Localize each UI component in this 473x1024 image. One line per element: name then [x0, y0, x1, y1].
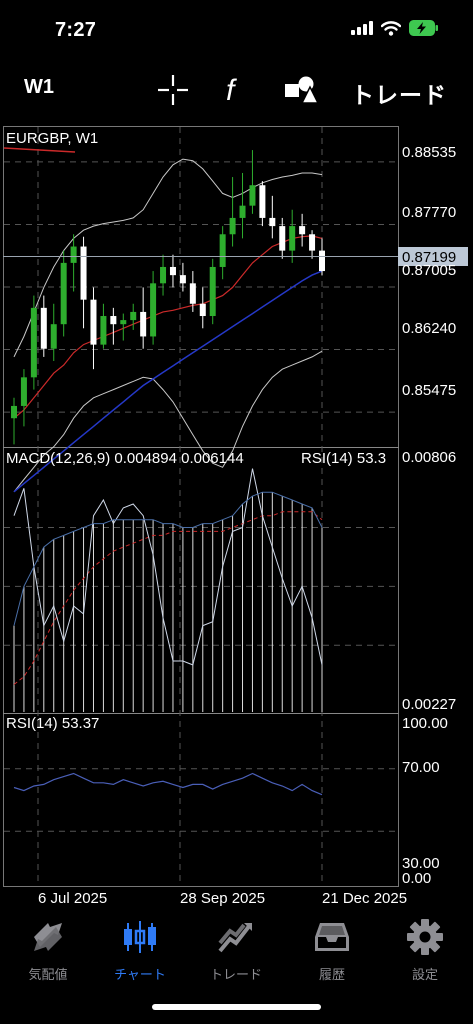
candle-body [269, 217, 276, 227]
tab-trade[interactable]: トレード [196, 916, 276, 986]
macd-indicator [4, 468, 398, 712]
candle-body [11, 405, 17, 419]
cellular-signal-icon [351, 21, 373, 35]
trade-icon [218, 923, 252, 953]
tab-history[interactable]: 履歴 [292, 916, 372, 986]
candle-body [229, 217, 236, 235]
candle-body [249, 185, 256, 206]
shapes-icon [285, 76, 318, 104]
battery-charging-icon [409, 20, 438, 36]
candle-body [169, 266, 176, 276]
date-label: 21 Dec 2025 [322, 890, 407, 907]
candle-body [140, 311, 147, 337]
macd-top-label: 0.00806 [402, 449, 456, 466]
candle-body [289, 226, 296, 251]
rsi-tick-label: 70.00 [402, 759, 440, 776]
tab-label: トレード [209, 967, 262, 982]
macd-bottom-label: 0.00227 [402, 696, 456, 713]
quotes-icon [34, 923, 62, 951]
price-tick-label: 0.85475 [402, 382, 456, 399]
macd-signal-line [13, 511, 323, 685]
chart-frame [3, 126, 399, 887]
crosshair-icon [158, 75, 188, 105]
tab-quotes[interactable]: 気配値 [8, 916, 88, 986]
rsi-line [13, 772, 323, 796]
history-icon [315, 923, 349, 951]
svg-text:f: f [226, 74, 237, 107]
candle-body [100, 316, 107, 345]
status-icons [351, 20, 439, 36]
chart-toolbar: W1 f トレード [0, 66, 473, 116]
candle-body [90, 299, 97, 345]
rsi-tick-label: 100.00 [402, 715, 448, 732]
tab-bar: 気配値 チャート トレード 履歴 設定 [0, 912, 473, 992]
trade-button[interactable]: トレード [351, 76, 447, 110]
candle-body [120, 320, 127, 325]
candle-body [30, 307, 37, 378]
candle-body [259, 185, 266, 218]
candle-body [160, 266, 167, 284]
candle-body [299, 226, 306, 235]
candle-body [199, 303, 206, 317]
price-tick-label: 0.86240 [402, 320, 456, 337]
band-upper-line [13, 158, 323, 358]
date-label: 6 Jul 2025 [38, 890, 107, 907]
symbol-label: EURGBP, W1 [6, 130, 98, 147]
objects-button[interactable] [280, 70, 320, 110]
macd-fast-line [13, 468, 323, 666]
ma-legend-line [3, 147, 76, 153]
rsi-tick-label: 0.00 [402, 870, 431, 887]
candle-body [130, 311, 137, 321]
chart-area[interactable]: 0.87199 0.88535 0.87770 0.87005 0.86240 … [0, 124, 473, 910]
candle-body [40, 307, 47, 349]
chart-icon [124, 921, 156, 953]
tab-settings[interactable]: 設定 [385, 916, 465, 986]
indicators-button[interactable]: f [218, 70, 252, 110]
bollinger-bands [13, 158, 323, 493]
date-label: 28 Sep 2025 [180, 890, 265, 907]
price-tick-label: 0.88535 [402, 144, 456, 161]
rsi-indicator [4, 768, 398, 832]
tab-label: 気配値 [28, 967, 68, 982]
tab-label: チャート [114, 967, 166, 982]
tab-label: 設定 [411, 967, 438, 982]
function-icon: f [226, 74, 237, 107]
candle-body [80, 246, 87, 300]
tab-chart[interactable]: チャート [100, 916, 180, 986]
status-bar: 7:27 [0, 0, 473, 60]
candle-body [279, 226, 286, 251]
candle-body [110, 316, 117, 325]
status-time: 7:27 [55, 19, 97, 41]
crosshair-button[interactable] [155, 70, 191, 110]
rsi-overlap-label: RSI(14) 53.3 [301, 450, 386, 467]
candle-body [50, 324, 57, 349]
ma-red-line [13, 235, 323, 419]
price-tick-label: 0.87005 [402, 262, 456, 279]
candle-body [219, 234, 226, 267]
candle-body [70, 246, 77, 263]
chart-canvas[interactable]: 0.87199 0.88535 0.87770 0.87005 0.86240 … [0, 124, 473, 910]
wifi-icon [381, 20, 401, 36]
macd-label: MACD(12,26,9) 0.004894 0.006144 [6, 450, 244, 467]
band-lower-line [13, 350, 323, 493]
timeframe-button[interactable]: W1 [24, 76, 54, 99]
grid-lines [4, 127, 398, 886]
candle-body [209, 266, 216, 317]
candle-body [319, 250, 325, 272]
candle-body [309, 234, 316, 251]
home-indicator [152, 1004, 321, 1010]
candle-body [150, 283, 157, 337]
rsi-label: RSI(14) 53.37 [6, 715, 99, 732]
candle-body [179, 275, 186, 284]
candle-body [20, 377, 27, 406]
candle-body [189, 283, 196, 304]
candle-body [239, 205, 246, 218]
settings-icon [407, 919, 443, 955]
tab-label: 履歴 [318, 967, 345, 982]
candle-body [60, 262, 67, 325]
price-tick-label: 0.87770 [402, 204, 456, 221]
